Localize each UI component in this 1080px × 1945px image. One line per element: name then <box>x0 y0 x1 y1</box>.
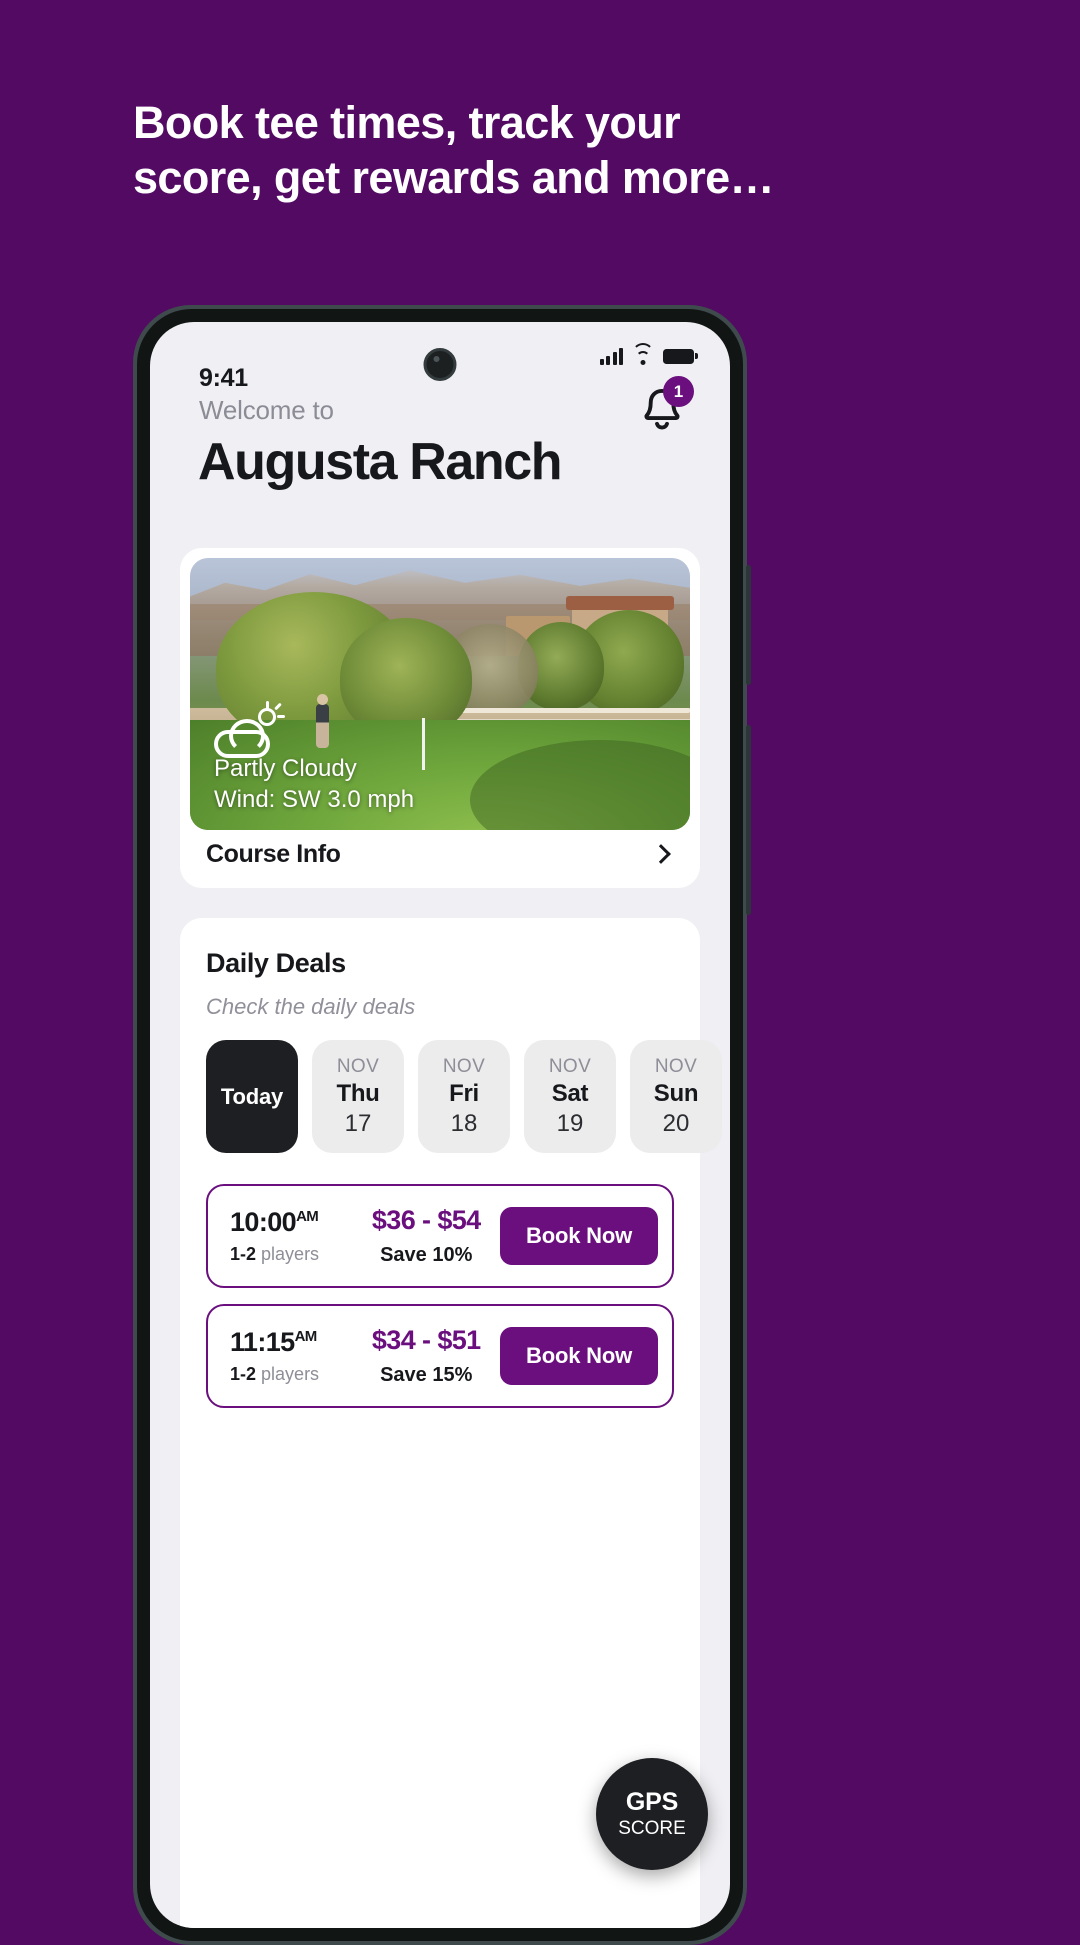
tee-time-column: 10:00AM 1-2 players <box>208 1207 352 1265</box>
date-chip[interactable]: NOV Fri 18 <box>418 1040 510 1153</box>
tee-time-meridiem: AM <box>296 1208 319 1225</box>
date-chip-day: 20 <box>662 1109 690 1137</box>
tee-time-row[interactable]: 10:00AM 1-2 players $36 - $54 Save 10% B… <box>206 1184 674 1288</box>
headline-line-2: score, get rewards and more… <box>133 151 775 203</box>
course-info-row[interactable]: Course Info <box>180 820 700 888</box>
date-chip-month: NOV <box>336 1055 380 1077</box>
date-chip-month: NOV <box>548 1055 592 1077</box>
date-chip-month: NOV <box>442 1055 486 1077</box>
tee-price: $36 - $54 <box>371 1205 481 1235</box>
tee-players: 1-2 players <box>230 1244 352 1265</box>
notification-badge: 1 <box>663 376 694 407</box>
tee-players-count: 1-2 <box>230 1364 257 1384</box>
tee-players-label: players <box>261 1244 320 1264</box>
tee-players-count: 1-2 <box>230 1244 257 1264</box>
weather-hero-card[interactable]: Partly Cloudy Wind: SW 3.0 mph Course In… <box>180 548 700 888</box>
date-chip-day: 18 <box>450 1109 478 1137</box>
tee-players-label: players <box>261 1364 320 1384</box>
course-photo: Partly Cloudy Wind: SW 3.0 mph <box>190 558 690 830</box>
date-chip-today[interactable]: Today <box>206 1040 298 1153</box>
date-chip-day: 17 <box>344 1109 372 1137</box>
notifications-button[interactable]: 1 <box>636 376 694 436</box>
date-chip[interactable]: NOV Sun 20 <box>630 1040 722 1153</box>
weather-condition: Partly Cloudy <box>214 754 357 782</box>
tee-players: 1-2 players <box>230 1364 352 1385</box>
date-chip-day: 19 <box>556 1109 584 1137</box>
wifi-icon <box>632 342 654 365</box>
gps-label: GPS <box>625 1788 679 1816</box>
phone-screen: 9:41 Welcome to Augusta Ranch 1 Partly C… <box>150 322 730 1928</box>
weather-wind: Wind: SW 3.0 mph <box>214 786 415 814</box>
tee-save: Save 10% <box>380 1244 473 1266</box>
cellular-signal-icon <box>599 347 623 365</box>
headline-line-1: Book tee times, track your <box>133 97 681 148</box>
tee-time-clock: 10:00 <box>230 1207 297 1237</box>
marketing-headline: Book tee times, track your score, get re… <box>133 96 813 206</box>
tee-price: $34 - $51 <box>371 1325 481 1355</box>
date-chip-month: NOV <box>654 1055 698 1077</box>
deals-subtitle: Check the daily deals <box>206 994 416 1019</box>
date-chip-label: Today <box>220 1083 284 1109</box>
welcome-label: Welcome to <box>199 395 334 425</box>
book-now-button[interactable]: Book Now <box>500 1327 658 1385</box>
flagstick <box>422 718 425 770</box>
power-button[interactable] <box>746 725 751 915</box>
tee-price-column: $36 - $54 Save 10% <box>352 1205 500 1267</box>
gps-score-label: SCORE <box>618 1818 686 1839</box>
date-chip-weekday: Thu <box>336 1079 380 1107</box>
phone-bezel: 9:41 Welcome to Augusta Ranch 1 Partly C… <box>137 309 743 1941</box>
date-selector: Today NOV Thu 17 NOV Fri 18 NOV Sat 19 N… <box>206 1040 722 1153</box>
gps-score-button[interactable]: GPS SCORE <box>596 1758 708 1870</box>
date-chip[interactable]: NOV Sat 19 <box>524 1040 616 1153</box>
battery-full-icon <box>663 348 698 364</box>
tee-time-meridiem: AM <box>294 1328 318 1345</box>
date-chip[interactable]: NOV Thu 17 <box>312 1040 404 1153</box>
chevron-right-icon <box>651 844 671 864</box>
tee-time-clock: 11:15 <box>230 1327 295 1357</box>
tee-time-value: 11:15AM <box>230 1327 352 1358</box>
phone-mockup: 9:41 Welcome to Augusta Ranch 1 Partly C… <box>133 305 751 1945</box>
date-chip-weekday: Fri <box>449 1079 479 1107</box>
status-clock: 9:41 <box>199 364 248 392</box>
tee-price-column: $34 - $51 Save 15% <box>352 1325 500 1387</box>
book-now-button[interactable]: Book Now <box>500 1207 658 1265</box>
deals-title: Daily Deals <box>206 948 346 978</box>
tee-time-row[interactable]: 11:15AM 1-2 players $34 - $51 Save 15% B… <box>206 1304 674 1408</box>
tee-save: Save 15% <box>380 1364 473 1386</box>
volume-button[interactable] <box>746 565 751 685</box>
weather-text: Partly Cloudy Wind: SW 3.0 mph <box>214 753 414 816</box>
date-chip-weekday: Sat <box>551 1079 589 1107</box>
page-title: Augusta Ranch <box>198 433 563 491</box>
date-chip-weekday: Sun <box>653 1079 699 1107</box>
tee-time-value: 10:00AM <box>230 1207 352 1238</box>
course-info-label: Course Info <box>206 839 341 868</box>
golfer-figure <box>316 694 329 748</box>
tee-time-column: 11:15AM 1-2 players <box>208 1327 352 1385</box>
